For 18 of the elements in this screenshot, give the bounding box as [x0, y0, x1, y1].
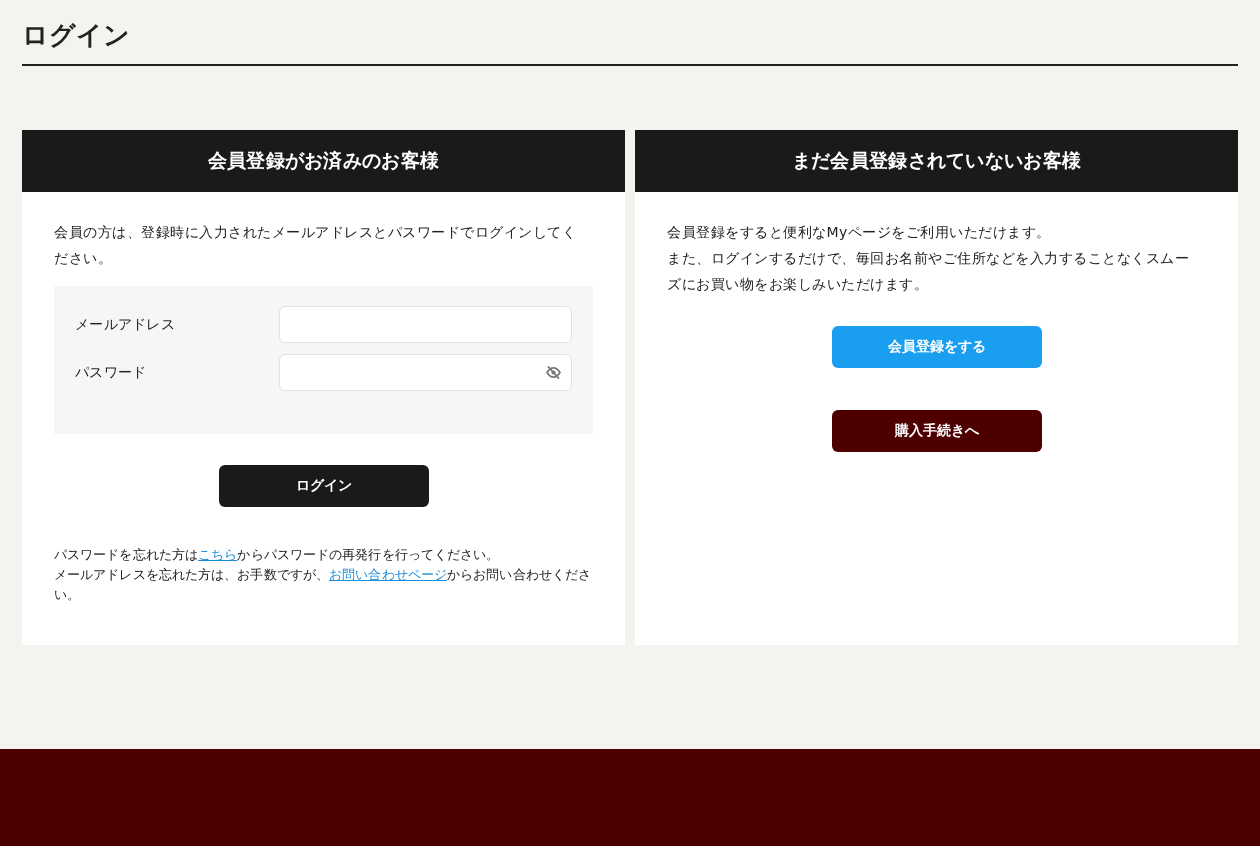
text-link[interactable]: こちら [198, 547, 238, 562]
intro-text: 会員登録をすると便利なMyページをご利用いただけます。 [667, 223, 1052, 242]
intro-text: また、ログインするだけで、毎回お名前やご住所などを入力することなくスムーズにお買い物をお楽しみいただけます。 [667, 249, 1190, 294]
page-title: ログイン [22, 19, 130, 52]
input-field[interactable] [279, 354, 572, 391]
input-field[interactable] [279, 306, 572, 343]
login-button[interactable]: ログイン [218, 465, 429, 507]
field-label: メールアドレス [75, 315, 177, 334]
intro-text: 会員の方は、登録時に入力されたメールアドレスとパスワードでログインしてください。 [54, 223, 577, 268]
help-text: パスワードを忘れた方はこちらからパスワードの再発行を行ってください。 [54, 546, 501, 564]
panel-title: まだ会員登録されていないお客様 [635, 130, 1238, 192]
text-link[interactable]: お問い合わせページ [329, 567, 447, 582]
checkout-button[interactable]: 購入手続きへ [831, 410, 1042, 452]
register-button[interactable]: 会員登録をする [831, 326, 1042, 368]
help-text: メールアドレスを忘れた方は、お手数ですが、お問い合わせページからお問い合わせください。 [54, 566, 593, 604]
eye-slash-icon[interactable] [546, 366, 561, 379]
panel-title: 会員登録がお済みのお客様 [22, 130, 625, 192]
field-label: パスワード [75, 363, 148, 382]
